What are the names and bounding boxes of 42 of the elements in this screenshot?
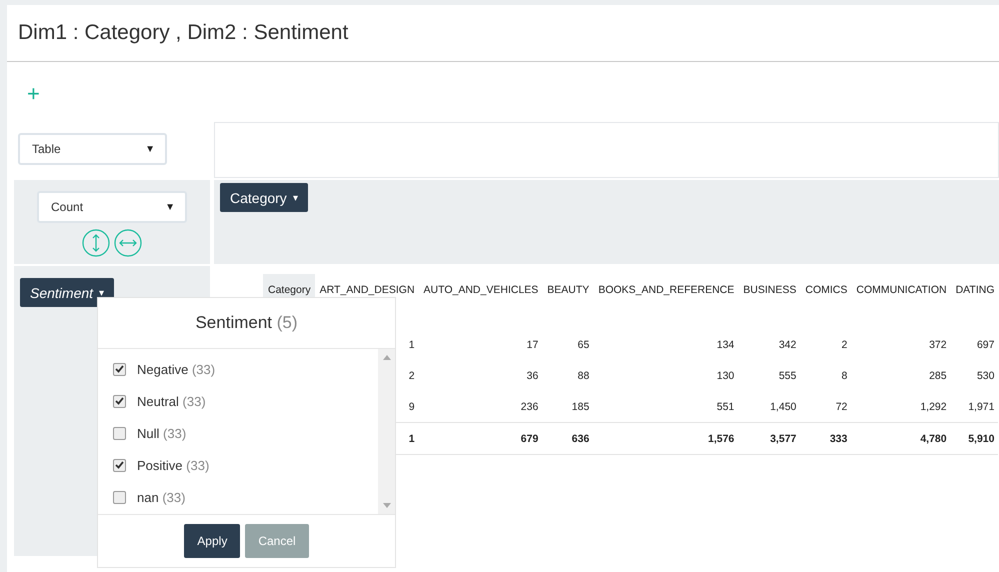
table-value: 17 [526,338,538,350]
total-value: 1,576 [708,432,734,444]
table-value: 185 [572,400,590,412]
table-value: 1,450 [770,400,796,412]
table-value: 2 [842,338,848,350]
table-value: 342 [778,338,796,350]
total-value: 3,577 [770,432,796,444]
table-value: 2 [408,370,415,382]
table-value: 530 [976,370,994,382]
total-value: 636 [572,432,590,444]
table-value: 134 [716,338,734,350]
table-value: 72 [836,400,848,412]
column-header: DATING [954,283,996,298]
table-value: 65 [578,338,590,350]
table-value: 551 [716,400,734,412]
table-value: 1,292 [920,400,947,412]
column-header: BOOKS_AND_REFERENCE [597,283,736,298]
total-value: 333 [830,432,848,444]
total-value: 679 [520,432,538,444]
column-header: COMMUNICATION [855,283,948,298]
table-value: 36 [526,370,538,382]
table-value: 88 [578,370,590,382]
table-value: 372 [929,338,947,350]
popup-title: Sentiment (5) [195,313,298,333]
table-value: 9 [408,400,415,412]
table-value: 1 [408,338,415,350]
column-header: AUTO_AND_VEHICLES [422,283,540,298]
table-value: 697 [976,338,994,350]
total-value: 5,910 [968,432,994,444]
column-header: BEAUTY [546,283,590,298]
page-title: Dim1 : Category , Dim2 : Sentiment [18,21,348,45]
total-value: 4,780 [920,432,947,444]
table-value: 1,971 [968,400,994,412]
table-value: 285 [929,370,947,382]
table-value: 130 [716,370,734,382]
column-header: BUSINESS [742,283,798,298]
table-value: 8 [842,370,848,382]
column-header: COMICS [804,283,848,298]
table-value: 555 [778,370,796,382]
total-value: 1 [408,432,415,444]
column-header: ART_AND_DESIGN [314,274,419,304]
table-value: 236 [520,400,538,412]
